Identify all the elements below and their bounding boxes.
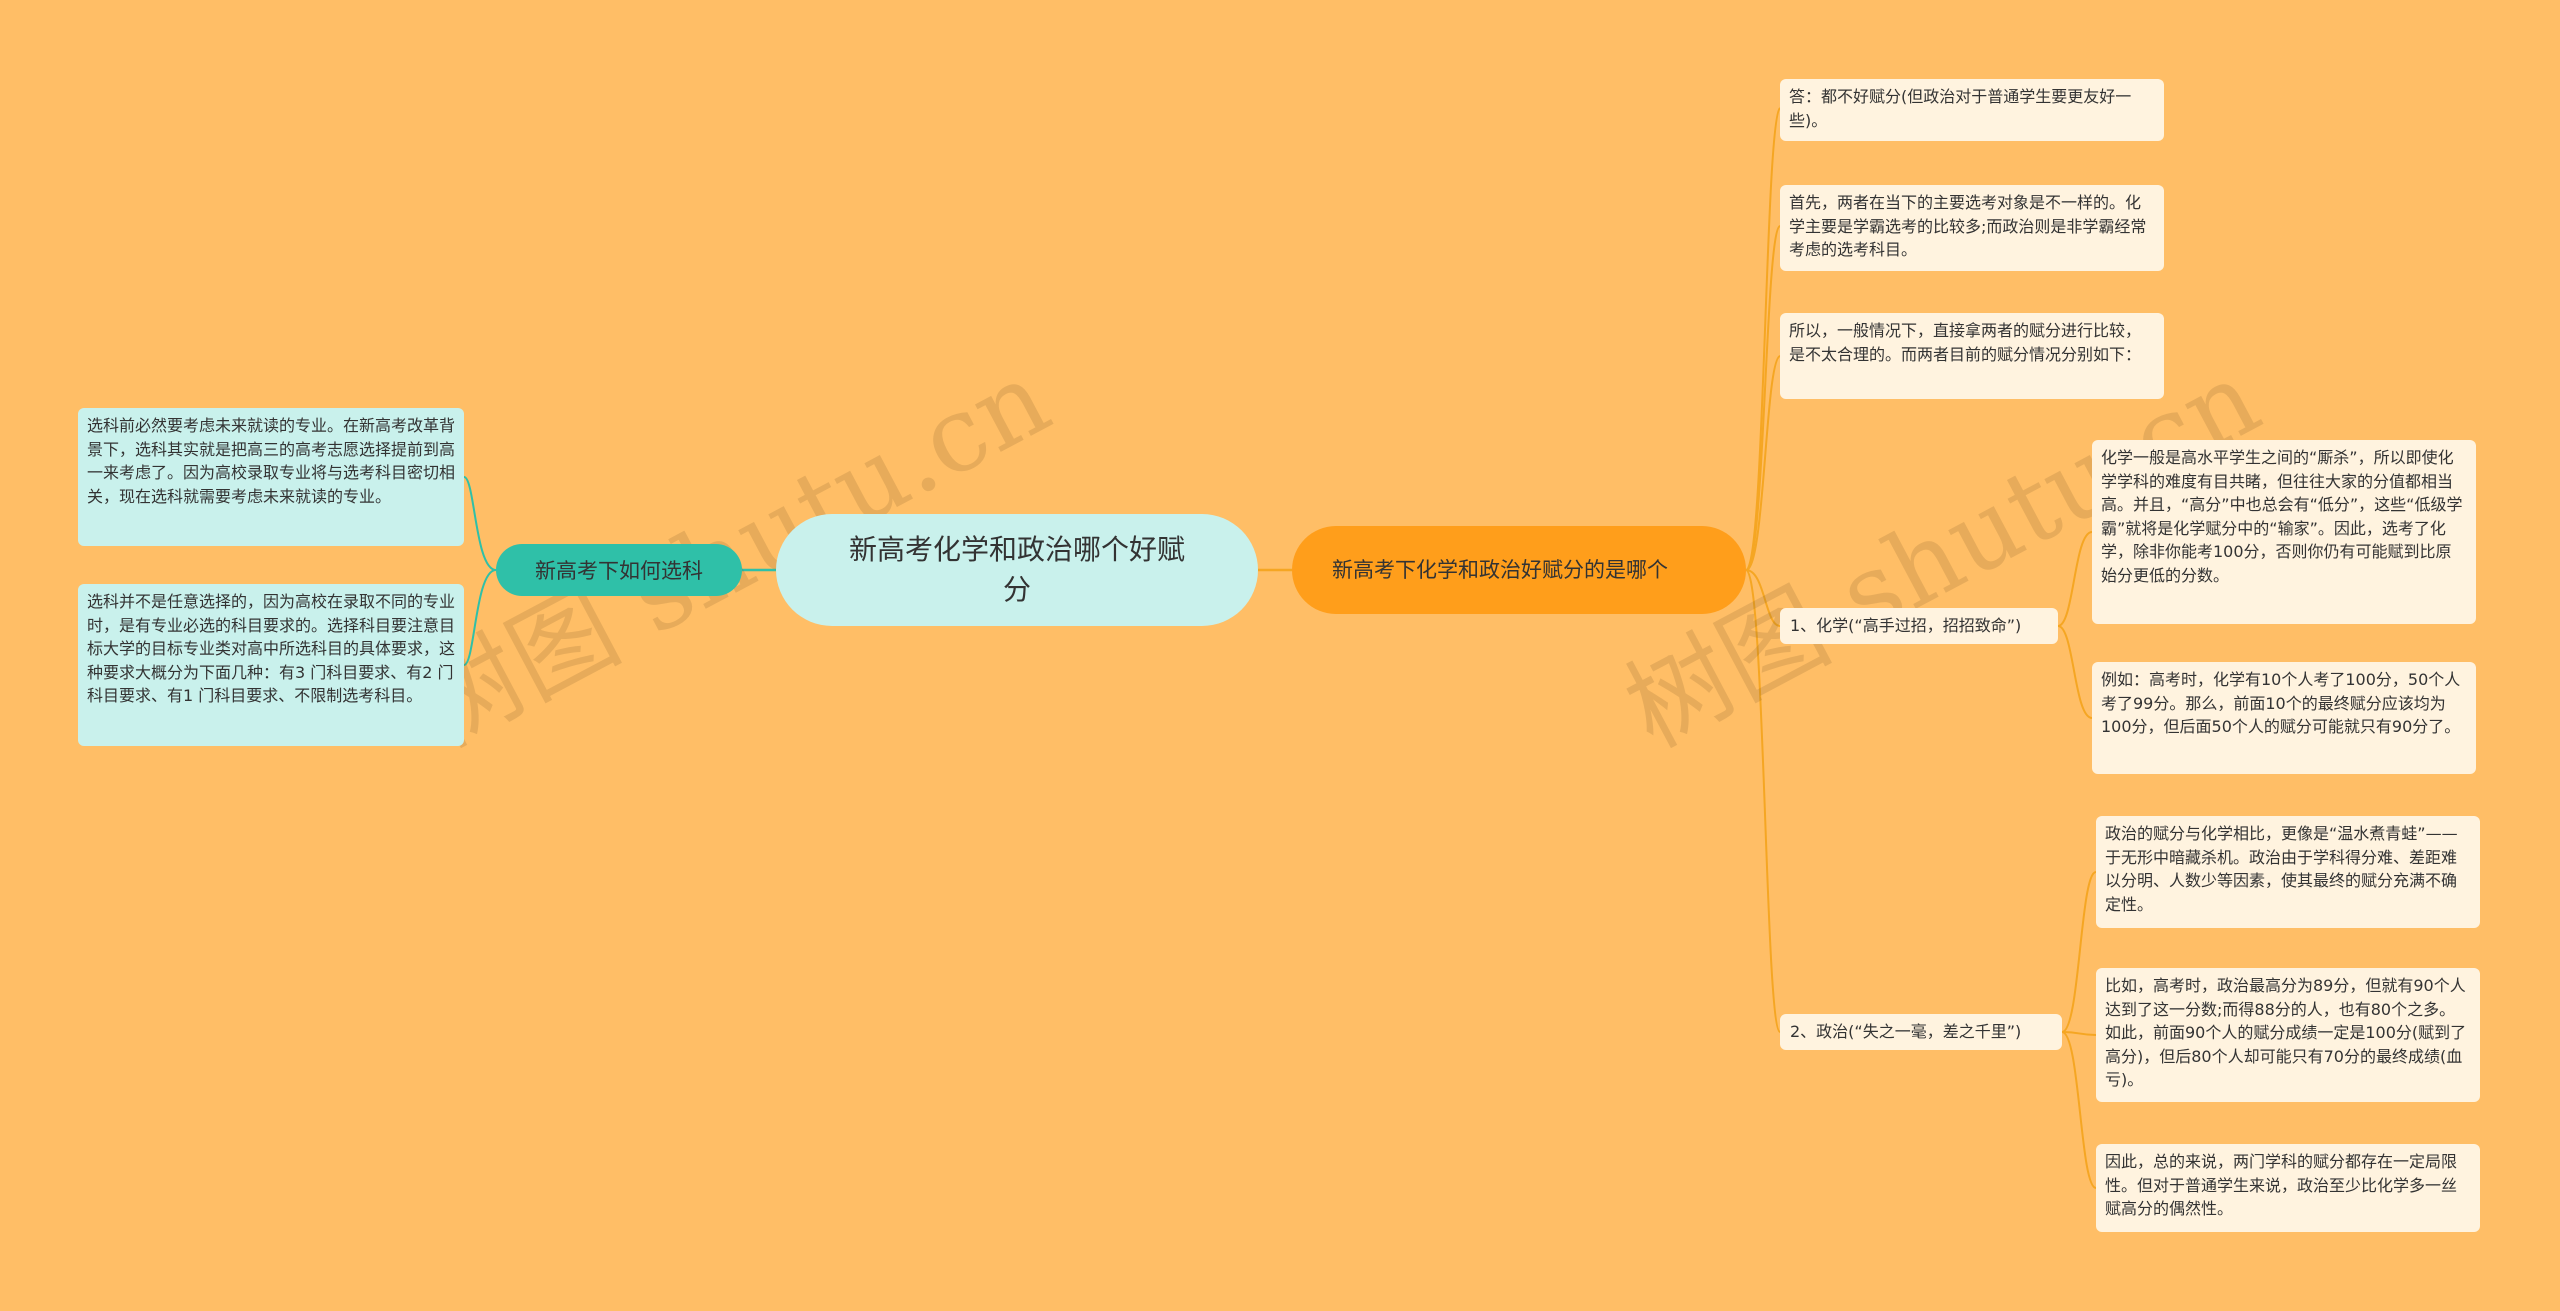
branch-which-is-better[interactable]: 新高考下化学和政治好赋分的是哪个: [1292, 526, 1746, 614]
left-leaf-2[interactable]: 选科并不是任意选择的，因为高校在录取不同的专业时，是有专业必选的科目要求的。选择…: [78, 584, 464, 746]
right-leaf-first[interactable]: 首先，两者在当下的主要选考对象是不一样的。化学主要是学霸选考的比较多;而政治则是…: [1780, 185, 2164, 271]
subtopic-chemistry-label: 1、化学(“高手过招，招招致命”): [1790, 616, 2022, 635]
branch-how-to-choose-subjects-label: 新高考下如何选科: [535, 559, 703, 583]
connector-left-2: [463, 569, 497, 666]
connector-pol-2: [2061, 1031, 2097, 1036]
connector-right-trunk: [1745, 107, 1781, 571]
right-leaf-so-text: 所以，一般情况下，直接拿两者的赋分进行比较，是不太合理的。而两者目前的赋分情况分…: [1789, 321, 2142, 364]
subtopic-politics-label: 2、政治(“失之一毫，差之千里”): [1790, 1022, 2022, 1041]
branch-how-to-choose-subjects[interactable]: 新高考下如何选科: [496, 544, 742, 596]
root-topic-title: 新高考化学和政治哪个好赋分: [848, 533, 1185, 606]
left-leaf-2-text: 选科并不是任意选择的，因为高校在录取不同的专业时，是有专业必选的科目要求的。选择…: [87, 592, 456, 705]
connector-right-pol: [1745, 569, 1781, 1033]
politics-leaf-1[interactable]: 政治的赋分与化学相比，更像是“温水煮青蛙”——于无形中暗藏杀机。政治由于学科得分…: [2096, 816, 2480, 928]
connector-right-chem: [1745, 569, 1781, 627]
right-leaf-first-text: 首先，两者在当下的主要选考对象是不一样的。化学主要是学霸选考的比较多;而政治则是…: [1789, 193, 2147, 259]
politics-leaf-3-text: 因此，总的来说，两门学科的赋分都存在一定局限性。但对于普通学生来说，政治至少比化…: [2105, 1152, 2458, 1218]
left-leaf-1-text: 选科前必然要考虑未来就读的专业。在新高考改革背景下，选科其实就是把高三的高考志愿…: [87, 416, 456, 506]
subtopic-politics[interactable]: 2、政治(“失之一毫，差之千里”): [1780, 1014, 2062, 1050]
right-leaf-so[interactable]: 所以，一般情况下，直接拿两者的赋分进行比较，是不太合理的。而两者目前的赋分情况分…: [1780, 313, 2164, 399]
politics-leaf-1-text: 政治的赋分与化学相比，更像是“温水煮青蛙”——于无形中暗藏杀机。政治由于学科得分…: [2105, 824, 2458, 914]
connector-pol-1: [2061, 871, 2097, 1033]
politics-leaf-2-text: 比如，高考时，政治最高分为89分，但就有90个人达到了这一分数;而得88分的人，…: [2105, 976, 2467, 1089]
politics-leaf-2[interactable]: 比如，高考时，政治最高分为89分，但就有90个人达到了这一分数;而得88分的人，…: [2096, 968, 2480, 1102]
subtopic-chemistry[interactable]: 1、化学(“高手过招，招招致命”): [1780, 608, 2058, 644]
left-leaf-1[interactable]: 选科前必然要考虑未来就读的专业。在新高考改革背景下，选科其实就是把高三的高考志愿…: [78, 408, 464, 546]
chemistry-leaf-2[interactable]: 例如：高考时，化学有10个人考了100分，50个人考了99分。那么，前面10个的…: [2092, 662, 2476, 774]
right-leaf-answer-text: 答：都不好赋分(但政治对于普通学生要更友好一些)。: [1789, 87, 2132, 130]
right-leaf-answer[interactable]: 答：都不好赋分(但政治对于普通学生要更友好一些)。: [1780, 79, 2164, 141]
chemistry-leaf-1[interactable]: 化学一般是高水平学生之间的“厮杀”，所以即使化学学科的难度有目共睹，但往往大家的…: [2092, 440, 2476, 624]
root-topic[interactable]: 新高考化学和政治哪个好赋分: [776, 514, 1258, 626]
chemistry-leaf-1-text: 化学一般是高水平学生之间的“厮杀”，所以即使化学学科的难度有目共睹，但往往大家的…: [2101, 448, 2463, 585]
politics-leaf-3[interactable]: 因此，总的来说，两门学科的赋分都存在一定局限性。但对于普通学生来说，政治至少比化…: [2096, 1144, 2480, 1232]
connector-left-1: [463, 476, 497, 571]
mind-map-canvas: 树图 shutu.cn 树图 shutu.cn 新高考化学和政治哪个好赋分 新高…: [0, 0, 2560, 1311]
connector-chem-2: [2057, 625, 2093, 719]
chemistry-leaf-2-text: 例如：高考时，化学有10个人考了100分，50个人考了99分。那么，前面10个的…: [2101, 670, 2461, 736]
connector-pol-3: [2061, 1031, 2097, 1189]
connector-chem-1: [2057, 531, 2093, 627]
branch-which-is-better-label: 新高考下化学和政治好赋分的是哪个: [1332, 558, 1668, 582]
